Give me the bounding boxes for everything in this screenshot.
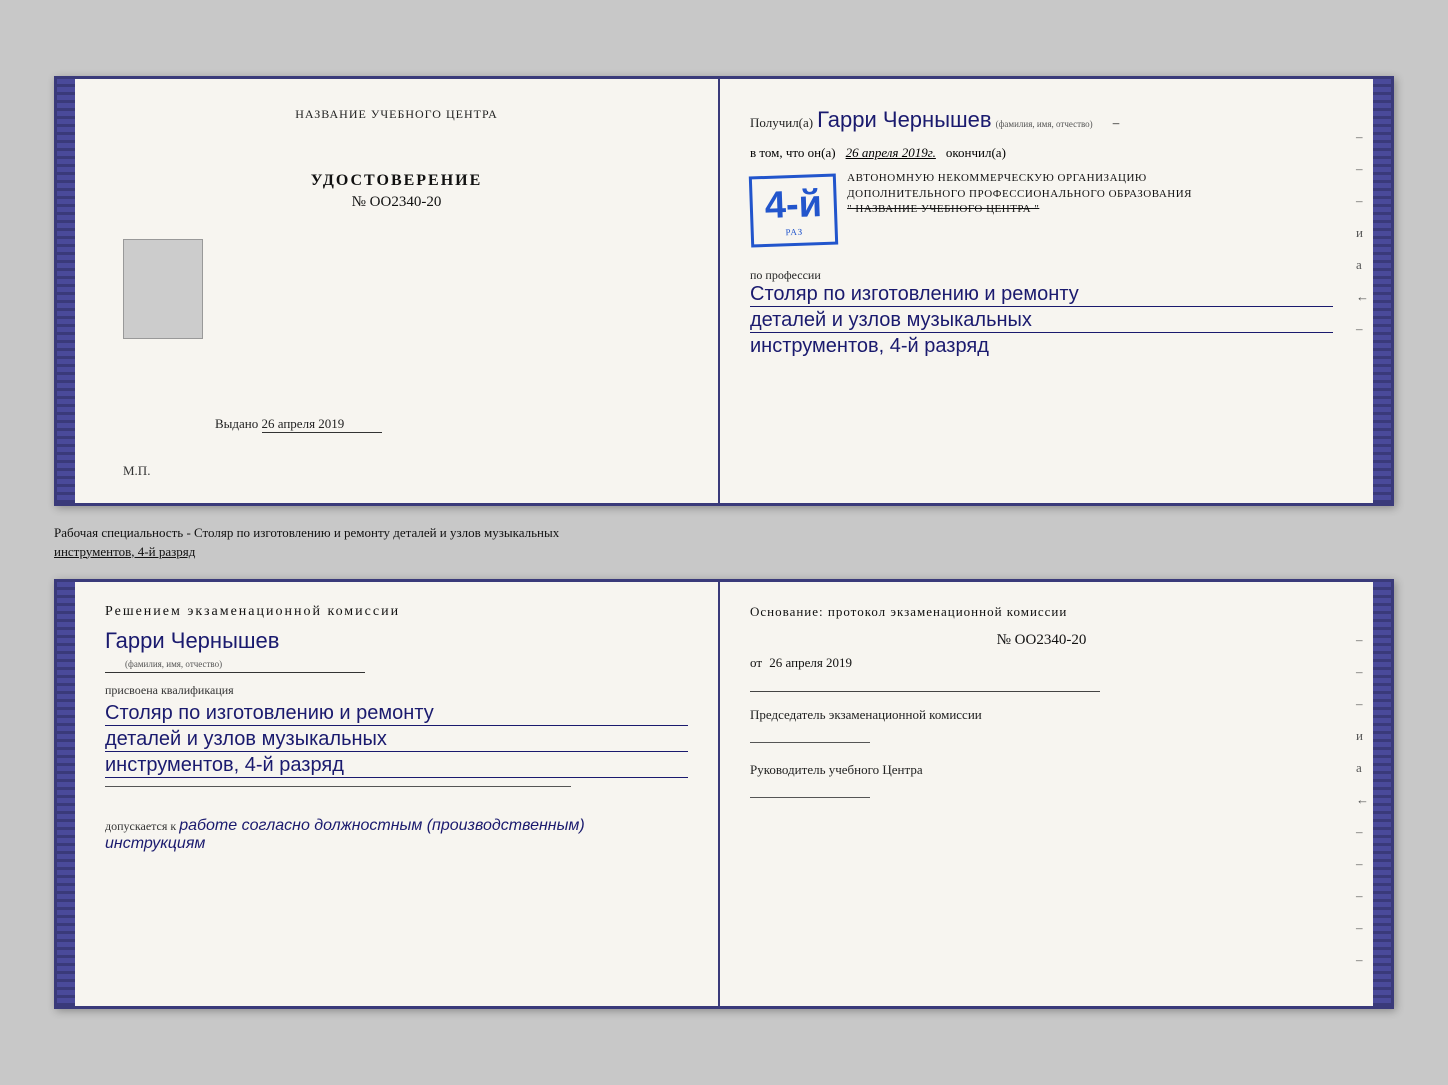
bottom-qual-line2: деталей и узлов музыкальных (105, 728, 688, 752)
org-line3: " НАЗВАНИЕ УЧЕБНОГО ЦЕНТРА " (847, 202, 1192, 217)
cert-title: УДОСТОВЕРЕНИЕ (105, 172, 688, 190)
allowed-prefix: допускается к (105, 819, 176, 833)
center-leader-label: Руководитель учебного Центра (750, 761, 1333, 779)
bottom-left-spine (57, 582, 75, 1006)
stamp-org-block: 4-й раз АВТОНОМНУЮ НЕКОММЕРЧЕСКУЮ ОРГАНИ… (750, 167, 1333, 254)
qual-line3: инструментов, 4-й разряд (750, 335, 1333, 358)
protocol-date-value: 26 апреля 2019 (769, 655, 852, 670)
photo-placeholder (123, 239, 203, 339)
protocol-number: № OO2340-20 (750, 632, 1333, 649)
mp-label: М.П. (123, 463, 150, 479)
bottom-side-dashes: – – – и а ← – – – – – (1356, 632, 1373, 968)
right-spine (1373, 79, 1391, 503)
finished-label: окончил(а) (946, 145, 1006, 161)
date-prefix: от (750, 655, 762, 670)
commission-signature-line (750, 742, 870, 743)
bottom-name-hint: (фамилия, имя, отчество) (125, 659, 222, 669)
commission-label: Председатель экзаменационной комиссии (750, 706, 1333, 724)
in-that-block: в том, что он(а) 26 апреля 2019г. окончи… (750, 145, 1333, 161)
bottom-qual-line1: Столяр по изготовлению и ремонту (105, 702, 688, 726)
bottom-right-page: Основание: протокол экзаменационной коми… (720, 582, 1373, 1006)
org-block: АВТОНОМНУЮ НЕКОММЕРЧЕСКУЮ ОРГАНИЗАЦИЮ ДО… (847, 171, 1192, 217)
issued-date: 26 апреля 2019 (262, 416, 382, 433)
left-spine (57, 79, 75, 503)
prof-label: по профессии (750, 268, 1333, 283)
protocol-date: от 26 апреля 2019 (750, 655, 1333, 671)
bottom-right-spine (1373, 582, 1391, 1006)
top-document-spread: НАЗВАНИЕ УЧЕБНОГО ЦЕНТРА УДОСТОВЕРЕНИЕ №… (54, 76, 1394, 506)
date-value: 26 апреля 2019г. (846, 145, 936, 161)
bottom-left-page: Решением экзаменационной комиссии Гарри … (75, 582, 720, 1006)
allowed-text: работе согласно должностным (производств… (105, 817, 585, 852)
qual-line2: деталей и узлов музыкальных (750, 309, 1333, 333)
cert-number: № OO2340-20 (105, 194, 688, 211)
school-name-header: НАЗВАНИЕ УЧЕБНОГО ЦЕНТРА (105, 107, 688, 122)
caption-block: Рабочая специальность - Столяр по изгото… (54, 524, 1394, 560)
bottom-person-name: Гарри Чернышев (105, 628, 279, 653)
stamp-number: 4-й (764, 183, 823, 228)
in-that-label: в том, что он(а) (750, 145, 836, 161)
recipient-name: Гарри Чернышев (817, 107, 991, 132)
rank-stamp: 4-й раз (749, 174, 839, 248)
stamp-subtitle: раз (766, 226, 823, 238)
top-right-page: Получил(а) Гарри Чернышев (фамилия, имя,… (720, 79, 1373, 503)
name-hint: (фамилия, имя, отчество) (996, 119, 1093, 129)
decision-title: Решением экзаменационной комиссии (105, 604, 688, 620)
top-left-page: НАЗВАНИЕ УЧЕБНОГО ЦЕНТРА УДОСТОВЕРЕНИЕ №… (75, 79, 720, 503)
caption-text2: инструментов, 4-й разряд (54, 544, 195, 559)
dash-1: – (1113, 115, 1120, 130)
qual-line1: Столяр по изготовлению и ремонту (750, 283, 1333, 307)
basis-title: Основание: протокол экзаменационной коми… (750, 604, 1333, 620)
assigned-label: присвоена квалификация (105, 683, 688, 698)
side-dashes-right: – – – и а ← – (1356, 129, 1373, 337)
recipient-block: Получил(а) Гарри Чернышев (фамилия, имя,… (750, 107, 1333, 133)
org-line2: ДОПОЛНИТЕЛЬНОГО ПРОФЕССИОНАЛЬНОГО ОБРАЗО… (847, 187, 1192, 202)
recipient-prefix: Получил(а) (750, 115, 813, 130)
bottom-document-spread: Решением экзаменационной комиссии Гарри … (54, 579, 1394, 1009)
caption-text: Рабочая специальность - Столяр по изгото… (54, 525, 559, 540)
bottom-name-block: Гарри Чернышев (фамилия, имя, отчество) (105, 628, 688, 673)
issued-label: Выдано (215, 416, 258, 431)
center-leader-signature-line (750, 797, 870, 798)
allowed-block: допускается к работе согласно должностны… (105, 817, 688, 853)
bottom-qual-line3: инструментов, 4-й разряд (105, 754, 688, 778)
org-line1: АВТОНОМНУЮ НЕКОММЕРЧЕСКУЮ ОРГАНИЗАЦИЮ (847, 171, 1192, 186)
